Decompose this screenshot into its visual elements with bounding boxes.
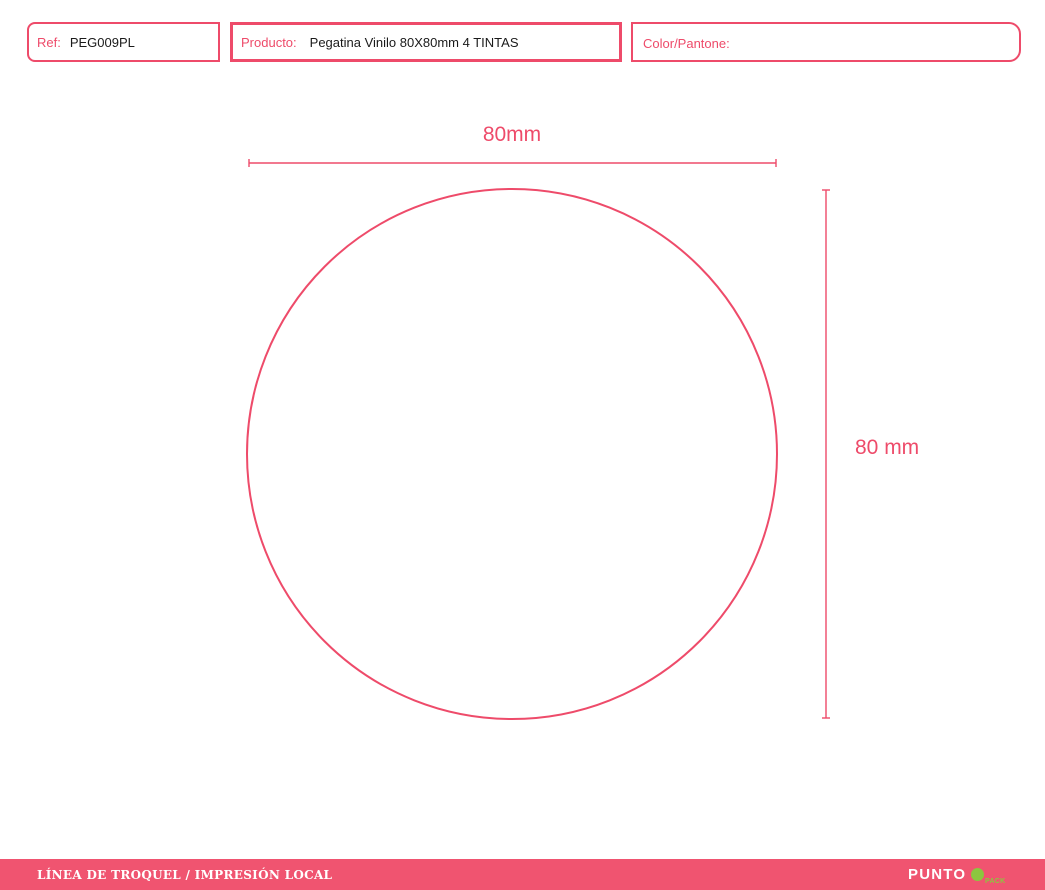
brand-q-icon	[971, 868, 984, 881]
width-dimension-label: 80mm	[483, 123, 541, 146]
height-dimension-label: 80 mm	[855, 436, 919, 459]
die-cut-drawing: 80mm 80 mm	[246, 123, 919, 720]
footer-title: LÍNEA DE TROQUEL / IMPRESIÓN LOCAL	[37, 868, 333, 882]
die-cut-circle	[246, 188, 778, 720]
width-dimension-line	[248, 159, 777, 167]
brand-logo: PUNTO PACK	[908, 866, 1028, 888]
height-dimension-line	[822, 189, 830, 719]
brand-name: PUNTO	[908, 866, 967, 883]
footer-bar: LÍNEA DE TROQUEL / IMPRESIÓN LOCAL PUNTO…	[0, 859, 1045, 890]
brand-sub: PACK	[985, 878, 1006, 885]
